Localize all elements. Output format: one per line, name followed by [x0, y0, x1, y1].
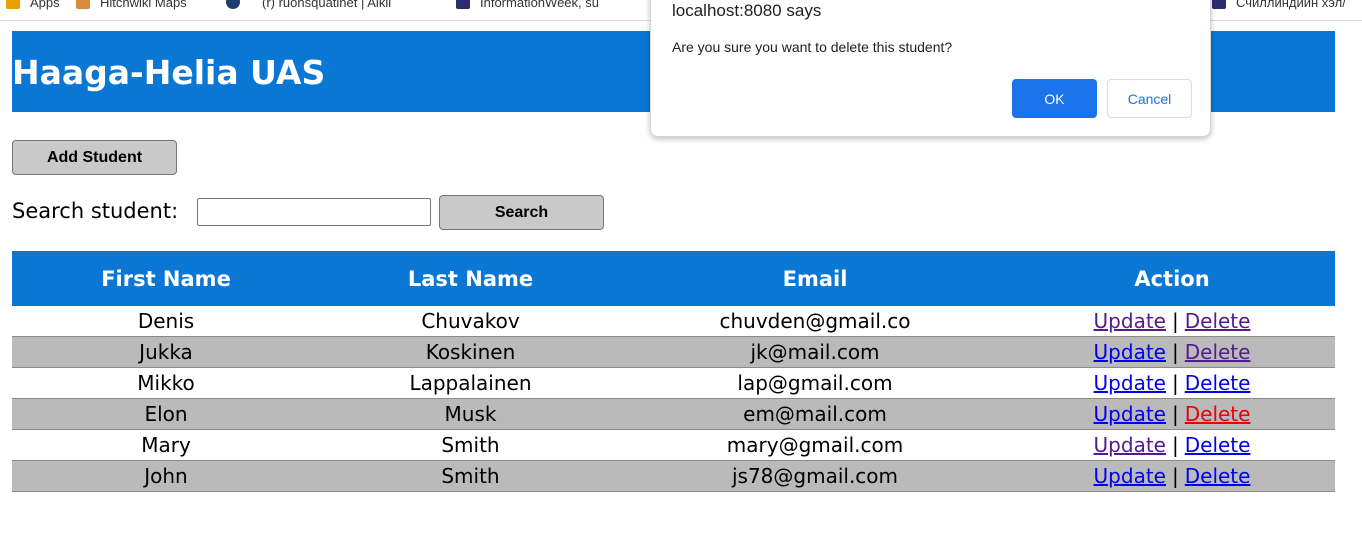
ok-button[interactable]: OK: [1012, 79, 1097, 118]
action-separator: |: [1171, 340, 1179, 364]
action-separator: |: [1171, 402, 1179, 426]
bookmark-label: Apps: [30, 0, 60, 10]
email-cell: lap@gmail.com: [621, 367, 1009, 399]
action-cell: Update | Delete: [1009, 429, 1335, 461]
search-input[interactable]: [197, 198, 431, 226]
thumb-icon: [76, 0, 90, 9]
column-header-last-name: Last Name: [320, 251, 621, 306]
first-name-cell: Mikko: [12, 367, 320, 399]
add-student-button[interactable]: Add Student: [12, 140, 177, 175]
first-name-cell: Denis: [12, 306, 320, 337]
email-cell: jk@mail.com: [621, 336, 1009, 368]
book-icon: [1212, 0, 1226, 9]
action-separator: |: [1171, 371, 1179, 395]
table-row: Elon Musk em@mail.com Update | Delete: [12, 398, 1335, 430]
bookmark-label: Счиллиндийн хэл/: [1236, 0, 1346, 10]
last-name-cell: Smith: [320, 429, 621, 461]
last-name-cell: Musk: [320, 398, 621, 430]
delete-link[interactable]: Delete: [1185, 464, 1251, 488]
email-cell: chuvden@gmail.co: [621, 306, 1009, 337]
first-name-cell: John: [12, 460, 320, 492]
bookmark-radio[interactable]: (r) ruonsquatinet | Aikli: [262, 0, 391, 12]
bookmark-label: Hitchwiki Maps: [100, 0, 187, 10]
action-cell: Update | Delete: [1009, 306, 1335, 337]
confirm-dialog: localhost:8080 says Are you sure you wan…: [650, 0, 1211, 137]
last-name-cell: Chuvakov: [320, 306, 621, 337]
last-name-cell: Lappalainen: [320, 367, 621, 399]
action-separator: |: [1171, 464, 1179, 488]
bookmark-book[interactable]: Счиллиндийн хэл/: [1212, 0, 1346, 12]
action-cell: Update | Delete: [1009, 460, 1335, 492]
bookmark-globe[interactable]: [226, 0, 250, 12]
first-name-cell: Mary: [12, 429, 320, 461]
column-header-email: Email: [621, 251, 1009, 306]
column-header-first-name: First Name: [12, 251, 320, 306]
delete-link[interactable]: Delete: [1185, 309, 1251, 333]
update-link[interactable]: Update: [1094, 402, 1166, 426]
delete-link[interactable]: Delete: [1185, 371, 1251, 395]
action-cell: Update | Delete: [1009, 367, 1335, 399]
bookmark-label: (r) ruonsquatinet | Aikli: [262, 0, 392, 10]
action-separator: |: [1171, 309, 1179, 333]
search-button[interactable]: Search: [439, 195, 604, 230]
action-cell: Update | Delete: [1009, 398, 1335, 430]
column-header-action: Action: [1009, 251, 1335, 306]
first-name-cell: Jukka: [12, 336, 320, 368]
update-link[interactable]: Update: [1094, 340, 1166, 364]
table-row: Denis Chuvakov chuvden@gmail.co Update | D…: [12, 306, 1335, 337]
update-link[interactable]: Update: [1094, 433, 1166, 457]
delete-link[interactable]: Delete: [1185, 433, 1251, 457]
last-name-cell: Koskinen: [320, 336, 621, 368]
update-link[interactable]: Update: [1094, 371, 1166, 395]
email-cell: mary@gmail.com: [621, 429, 1009, 461]
table-row: Jukka Koskinen jk@mail.com Update | Delete: [12, 336, 1335, 368]
delete-link[interactable]: Delete: [1185, 340, 1251, 364]
table-row: John Smith js78@gmail.com Update | Delete: [12, 460, 1335, 492]
last-name-cell: Smith: [320, 460, 621, 492]
dialog-message: Are you sure you want to delete this stu…: [672, 39, 953, 55]
iw-icon: [456, 0, 470, 9]
action-cell: Update | Delete: [1009, 336, 1335, 368]
dialog-title: localhost:8080 says: [672, 1, 822, 20]
first-name-cell: Elon: [12, 398, 320, 430]
table-row: Mikko Lappalainen lap@gmail.com Update | D…: [12, 367, 1335, 399]
page-title: Haaga-Helia UAS: [12, 53, 326, 92]
search-label: Search student:: [12, 199, 179, 223]
email-cell: js78@gmail.com: [621, 460, 1009, 492]
bookmark-informationweek[interactable]: InformationWeek, su: [456, 0, 599, 12]
apps-icon: [6, 0, 20, 9]
bookmark-label: InformationWeek, su: [480, 0, 599, 10]
students-table: First Name Last Name Email Action Denis …: [12, 251, 1335, 492]
delete-link[interactable]: Delete: [1185, 402, 1251, 426]
update-link[interactable]: Update: [1094, 309, 1166, 333]
table-header-row: First Name Last Name Email Action: [12, 251, 1335, 306]
bookmark-apps[interactable]: Apps: [6, 0, 60, 12]
update-link[interactable]: Update: [1094, 464, 1166, 488]
cancel-button[interactable]: Cancel: [1107, 79, 1192, 118]
action-separator: |: [1171, 433, 1179, 457]
bookmark-hitchwiki[interactable]: Hitchwiki Maps: [76, 0, 187, 12]
table-row: Mary Smith mary@gmail.com Update | Delete: [12, 429, 1335, 461]
email-cell: em@mail.com: [621, 398, 1009, 430]
globe-icon: [226, 0, 240, 9]
